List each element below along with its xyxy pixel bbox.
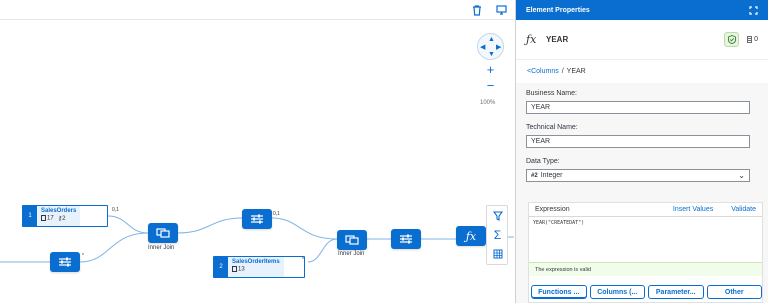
- zoom-out-button[interactable]: −: [484, 79, 497, 93]
- business-name-input[interactable]: YEAR: [526, 101, 750, 114]
- properties-form: Business Name: YEAR Technical Name: YEAR…: [516, 83, 768, 303]
- data-type-value: Integer: [540, 172, 563, 179]
- breadcrumb: <Columns / YEAR: [516, 60, 768, 82]
- join-node-1[interactable]: [148, 223, 178, 243]
- tab-columns[interactable]: Columns (...: [589, 285, 645, 299]
- aggregation-icon[interactable]: Σ: [491, 228, 504, 242]
- node-palette: Σ: [486, 205, 508, 265]
- fx-icon: ƒx: [465, 229, 477, 243]
- join-label: Inner Join: [338, 251, 365, 257]
- expression-header: Expression Insert Values Validate: [529, 203, 762, 217]
- join-icon: [156, 228, 170, 238]
- technical-name-label: Technical Name:: [526, 124, 578, 131]
- join-label: Inner Join: [148, 245, 175, 251]
- node-index: 1: [23, 206, 37, 226]
- graph-canvas[interactable]: 1 SalesOrders 17 ⚷2 0,1 * 2 SalesOrderIt…: [0, 0, 514, 303]
- column-count: 17: [47, 215, 54, 222]
- object-header: ƒx YEAR 0: [516, 20, 768, 60]
- pan-right-icon[interactable]: ▶: [496, 44, 501, 51]
- usage-count-value: 0: [754, 36, 758, 43]
- panel-header: Element Properties: [516, 0, 768, 20]
- projection-node[interactable]: [242, 209, 272, 229]
- expression-textarea[interactable]: YEAR("CREATEDAT"): [529, 217, 762, 262]
- projection-node[interactable]: [50, 252, 80, 272]
- table-icon: [747, 36, 753, 43]
- cardinality-label: 0,1: [273, 211, 280, 217]
- chevron-down-icon: ⌄: [738, 171, 745, 180]
- expression-editor: Expression Insert Values Validate YEAR("…: [528, 202, 763, 303]
- usage-count: 0: [747, 36, 758, 43]
- source-node-salesorderitems[interactable]: 2 SalesOrderItems 13: [213, 256, 305, 278]
- validation-message: The expression is valid: [529, 262, 762, 276]
- element-properties-panel: Element Properties ƒx YEAR 0 <Columns / …: [515, 0, 768, 303]
- columns-icon: [41, 215, 46, 222]
- object-name: YEAR: [546, 35, 569, 44]
- node-title: SalesOrders: [41, 208, 77, 214]
- zoom-in-button[interactable]: +: [484, 63, 497, 77]
- column-count: 13: [238, 266, 245, 273]
- breadcrumb-current: YEAR: [566, 67, 586, 75]
- panel-title: Element Properties: [526, 6, 590, 14]
- integer-type-icon: #2: [531, 172, 538, 179]
- projection-icon: [400, 234, 412, 244]
- tab-parameters[interactable]: Parameter...: [648, 285, 704, 299]
- fullscreen-icon[interactable]: [749, 5, 758, 15]
- technical-name-input[interactable]: YEAR: [526, 135, 750, 148]
- pan-down-icon[interactable]: ▼: [488, 51, 495, 58]
- join-node-2[interactable]: [337, 230, 367, 250]
- fx-icon: ƒx: [526, 33, 537, 46]
- projection-node[interactable]: [391, 229, 421, 249]
- cardinality-label: *: [302, 257, 304, 263]
- cardinality-label: 0,1: [112, 207, 119, 213]
- pan-left-icon[interactable]: ◀: [480, 44, 485, 51]
- breadcrumb-separator: /: [561, 67, 564, 75]
- expression-title: Expression: [535, 206, 570, 213]
- key-count: 2: [62, 216, 66, 222]
- projection-icon: [251, 214, 263, 224]
- validate-link[interactable]: Validate: [731, 206, 756, 213]
- node-index: 2: [214, 257, 228, 277]
- shield-check-icon[interactable]: [724, 32, 740, 47]
- insert-values-link[interactable]: Insert Values: [673, 206, 713, 213]
- pan-control[interactable]: ▲ ▼ ◀ ▶: [477, 33, 504, 60]
- filter-icon[interactable]: [491, 209, 504, 222]
- node-title: SalesOrderItems: [232, 259, 280, 265]
- columns-icon: [232, 266, 237, 272]
- tab-other[interactable]: Other: [706, 285, 762, 299]
- calculated-column-node[interactable]: ƒx: [456, 226, 486, 246]
- breadcrumb-columns-link[interactable]: <Columns: [527, 68, 559, 75]
- expression-tabs: Functions ... Columns (... Parameter... …: [529, 285, 764, 299]
- business-name-label: Business Name:: [526, 90, 577, 97]
- source-node-salesorders[interactable]: 1 SalesOrders 17 ⚷2: [22, 205, 108, 227]
- pan-up-icon[interactable]: ▲: [488, 36, 495, 43]
- table-function-icon[interactable]: [491, 247, 504, 260]
- projection-icon: [59, 257, 71, 267]
- cardinality-label: *: [82, 253, 84, 259]
- data-type-label: Data Type:: [526, 158, 560, 165]
- data-type-select[interactable]: #2 Integer ⌄: [526, 169, 750, 182]
- join-icon: [345, 235, 359, 245]
- zoom-level: 100%: [480, 100, 496, 106]
- tab-functions[interactable]: Functions ...: [531, 285, 587, 299]
